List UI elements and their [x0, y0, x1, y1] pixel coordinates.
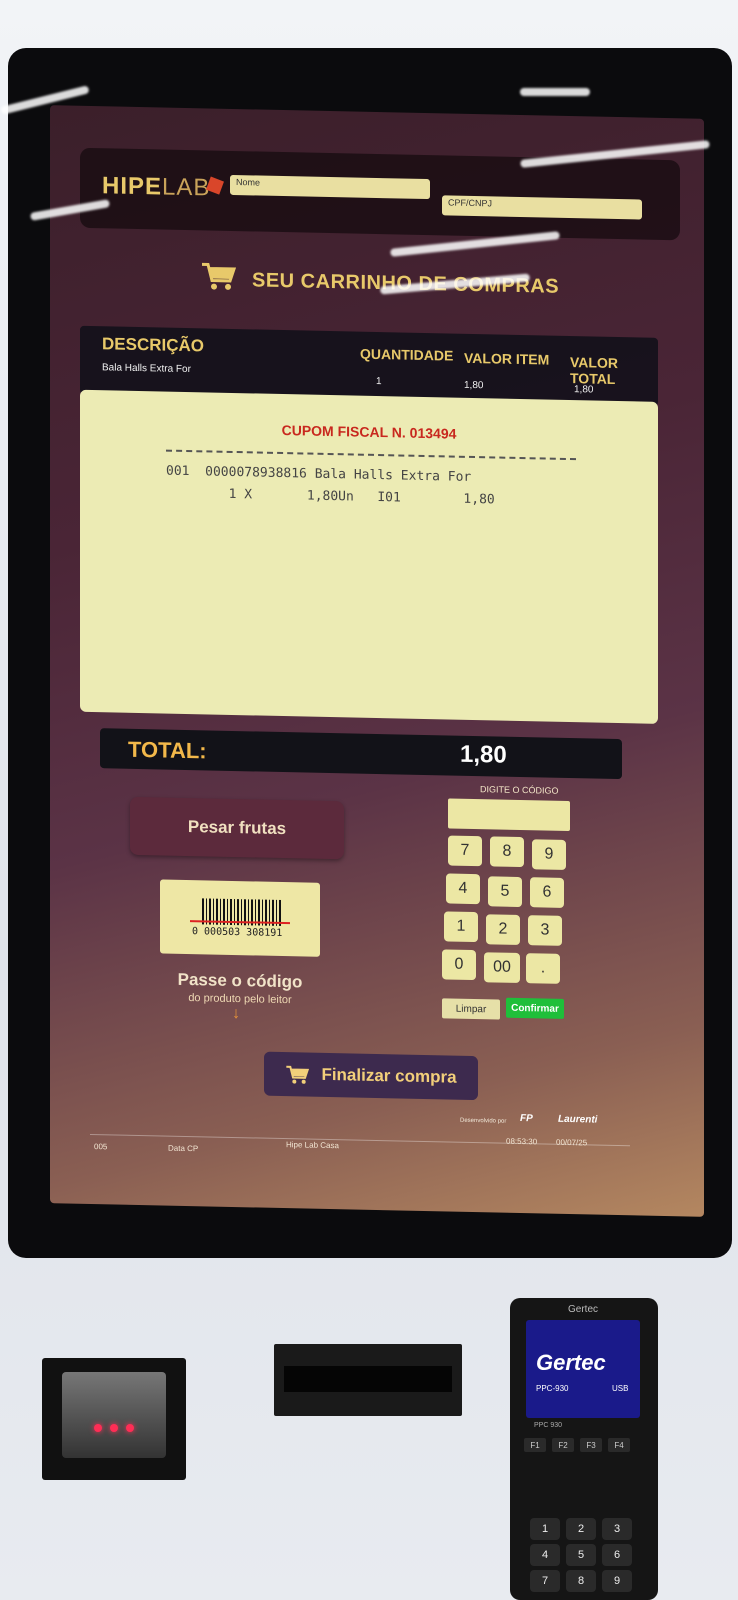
receipt-line-1: 001 0000078938816 Bala Halls Extra For [166, 463, 472, 485]
pinpad-usb: USB [612, 1384, 629, 1393]
barcode-number: 0 000503 308191 [192, 926, 283, 940]
pinpad-function-key[interactable]: F3 [580, 1438, 602, 1452]
pinpad-key[interactable]: 8 [566, 1570, 596, 1592]
header-bar: HIPELAB Nome CPF/CNPJ [80, 147, 680, 241]
footer-time: 08:53:30 [506, 1136, 538, 1147]
pinpad-function-key[interactable]: F4 [608, 1438, 630, 1452]
card-reader[interactable] [42, 1358, 186, 1480]
row-total-value: 1,80 [574, 384, 594, 396]
developed-by-label: Desenvolvido por [460, 1117, 507, 1125]
pinpad-key[interactable]: 5 [566, 1544, 596, 1566]
confirm-button[interactable]: Confirmar [506, 997, 564, 1019]
hipelab-logo: HIPELAB [102, 172, 210, 202]
pinpad-key[interactable]: 1 [530, 1518, 560, 1540]
receipt-line-2: 1 X 1,80Un I01 1,80 [166, 485, 495, 508]
shopping-cart-icon [286, 1065, 310, 1084]
cpf-cnpj-field[interactable]: CPF/CNPJ [442, 195, 642, 220]
keypad-key[interactable]: 8 [490, 836, 524, 868]
keypad-key[interactable]: 1 [444, 911, 478, 943]
weigh-fruits-button[interactable]: Pesar frutas [130, 796, 344, 860]
printer-opening [284, 1366, 452, 1392]
total-value: 1,80 [460, 740, 507, 769]
keypad-key[interactable]: 9 [532, 839, 566, 870]
footer-data-label: Data CP [168, 1143, 199, 1154]
keypad-key[interactable]: 6 [530, 877, 564, 908]
keypad-key[interactable]: 5 [488, 876, 522, 908]
keypad-key[interactable]: 00 [484, 952, 520, 983]
pinpad-screen: Gertec PPC-930 USB [526, 1320, 640, 1418]
pinpad-function-key[interactable]: F1 [524, 1438, 546, 1452]
col-total-value: VALOR TOTAL [570, 354, 618, 387]
row-item-value: 1,80 [464, 379, 484, 392]
total-label: TOTAL: [128, 736, 207, 764]
pinpad-function-key[interactable]: F2 [552, 1438, 574, 1452]
brand-laurenti-logo: Laurenti [558, 1113, 598, 1126]
logo-sub: LAB [162, 173, 211, 202]
footer-store: Hipe Lab Casa [286, 1140, 339, 1151]
col-item-value: VALOR ITEM [464, 349, 550, 368]
keypad-key[interactable]: 0 [442, 949, 476, 981]
pinpad-key[interactable]: 2 [566, 1518, 596, 1540]
logo-main: HIPE [102, 172, 163, 201]
kiosk-screen: HIPELAB Nome CPF/CNPJ SEU CARRINHO DE CO… [50, 105, 704, 1217]
scan-instruction-subtitle: do produto pelo leitor [188, 992, 292, 1007]
keypad-key[interactable]: 7 [448, 835, 482, 867]
keypad-key[interactable]: . [526, 953, 560, 984]
finalize-purchase-button[interactable]: Finalizar compra [264, 1051, 478, 1101]
col-description: DESCRIÇÃO [102, 334, 205, 356]
pinpad-key[interactable]: 4 [530, 1544, 560, 1566]
footer-date: 00/07/25 [556, 1137, 588, 1148]
clear-button[interactable]: Limpar [442, 998, 500, 1020]
scan-instruction-title: Passe o código [177, 969, 303, 992]
receipt-title: CUPOM FISCAL N. 013494 [281, 422, 457, 442]
code-input[interactable] [448, 798, 570, 832]
receipt-panel: CUPOM FISCAL N. 013494 001 0000078938816… [80, 389, 658, 724]
keypad-label: DIGITE O CÓDIGO [480, 784, 559, 796]
keypad-key[interactable]: 4 [446, 873, 480, 905]
led-icon [126, 1424, 134, 1432]
row-description: Bala Halls Extra For [102, 362, 191, 376]
footer-code: 005 [94, 1142, 108, 1152]
row-quantity: 1 [376, 375, 382, 388]
pinpad-screen-logo: Gertec [536, 1350, 606, 1375]
barcode-illustration: 0 000503 308191 [160, 879, 320, 957]
shopping-cart-icon [202, 262, 236, 290]
led-icon [94, 1424, 102, 1432]
pinpad-key[interactable]: 6 [602, 1544, 632, 1566]
pinpad-model-small: PPC 930 [534, 1422, 563, 1429]
arrow-down-icon: ↓ [232, 1004, 240, 1023]
pinpad-key[interactable]: 7 [530, 1570, 560, 1592]
pinpad-key[interactable]: 3 [602, 1518, 632, 1540]
name-field[interactable]: Nome [230, 174, 430, 200]
finalize-label: Finalizar compra [321, 1064, 457, 1087]
keypad-key[interactable]: 3 [528, 915, 562, 946]
col-quantity: QUANTIDADE [360, 345, 454, 364]
brand-fp-logo: FP [520, 1112, 533, 1125]
pinpad-brand: Gertec [568, 1304, 599, 1315]
kiosk-body: HIPELAB Nome CPF/CNPJ SEU CARRINHO DE CO… [0, 0, 738, 1600]
total-bar: TOTAL: 1,80 [100, 728, 622, 780]
card-reader-slot [62, 1372, 166, 1458]
pinpad-model: PPC-930 [536, 1384, 569, 1393]
glare-reflection [520, 88, 590, 96]
pinpad-key[interactable]: 9 [602, 1570, 632, 1592]
receipt-printer-slot [274, 1344, 462, 1416]
led-icon [110, 1424, 118, 1432]
receipt-divider [166, 449, 576, 461]
keypad-key[interactable]: 2 [486, 914, 520, 945]
pinpad-device[interactable]: Gertec Gertec PPC-930 USB PPC 930 F1 F2 F3… [510, 1298, 658, 1600]
